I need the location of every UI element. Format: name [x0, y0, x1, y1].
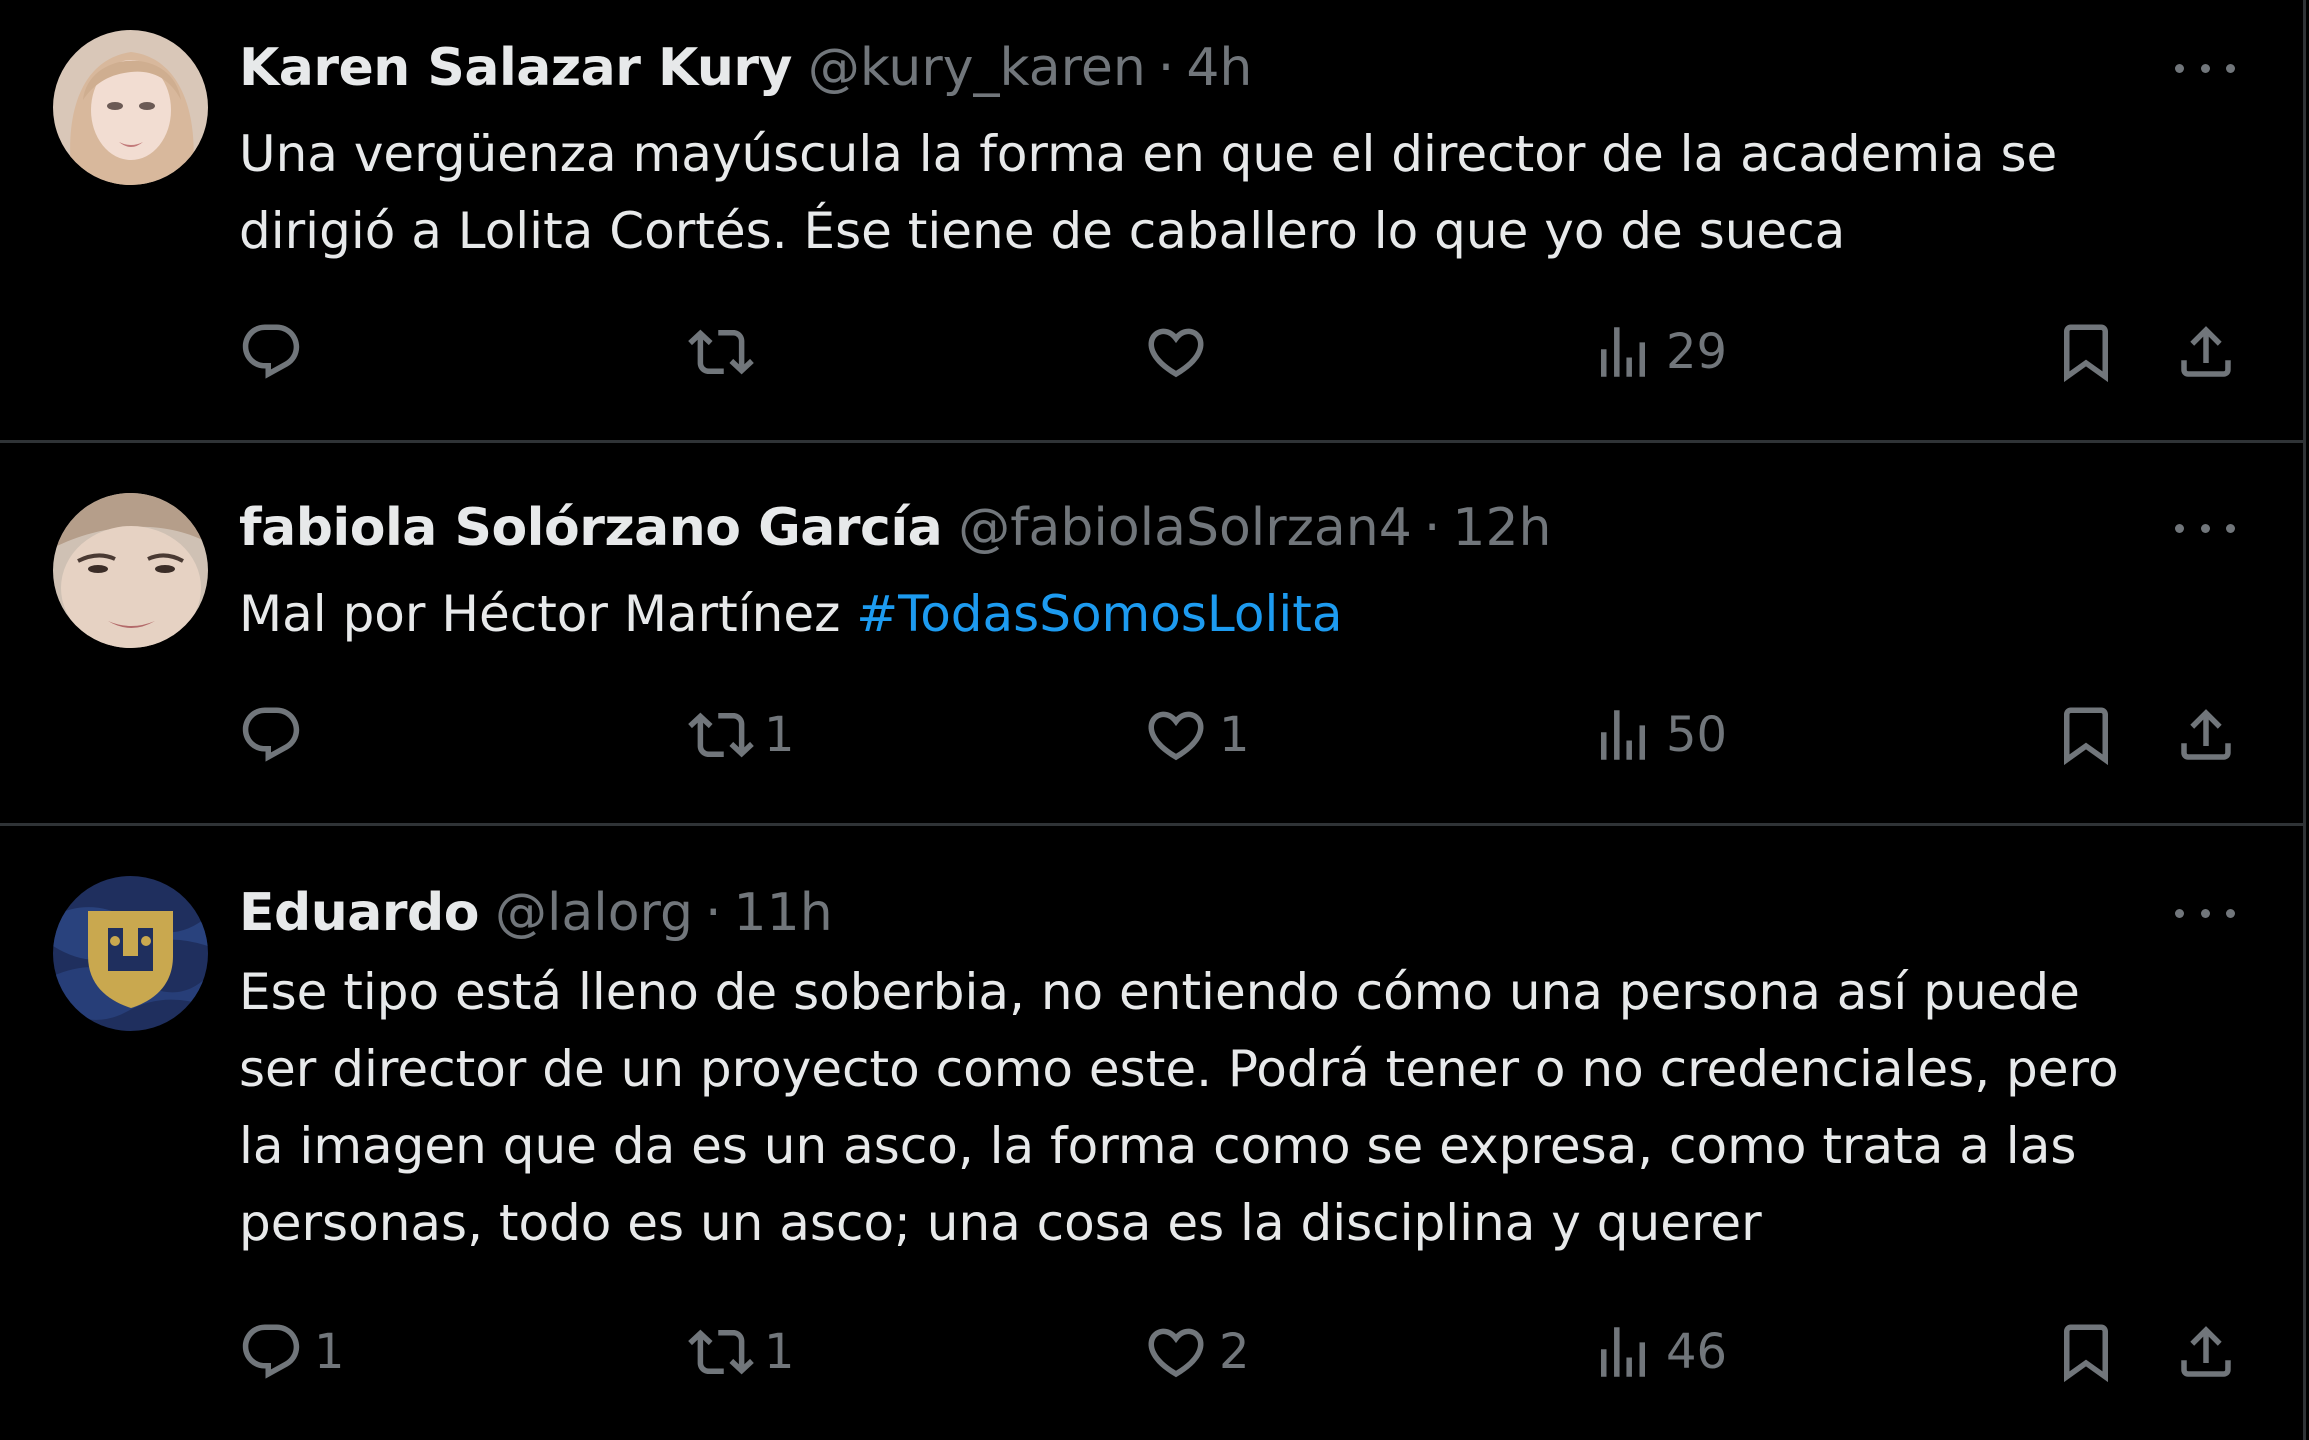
- separator: ·: [705, 883, 722, 943]
- view-count: 46: [1666, 1324, 1728, 1380]
- share-button[interactable]: [2173, 312, 2239, 392]
- avatar-image: [53, 876, 208, 1031]
- avatar[interactable]: [53, 876, 208, 1031]
- share-icon: [2181, 326, 2231, 377]
- retweet-button[interactable]: 1: [688, 1312, 795, 1392]
- tweet-text-body: Ese tipo está lleno de soberbia, no enti…: [239, 963, 2119, 1252]
- share-button[interactable]: [2173, 695, 2239, 775]
- reply-icon: [242, 1324, 300, 1379]
- like-count: 1: [1219, 707, 1250, 763]
- heart-icon: [1148, 328, 1204, 378]
- separator: ·: [1157, 38, 1175, 98]
- tweet[interactable]: Eduardo @lalorg · 11h Ese tipo está llen…: [0, 826, 2303, 1438]
- retweet-button[interactable]: [688, 312, 764, 392]
- tweet-text-body: Mal por Héctor Martínez: [239, 585, 857, 643]
- retweet-count: 1: [764, 1324, 795, 1380]
- bookmark-icon: [2064, 324, 2108, 383]
- like-button[interactable]: 2: [1143, 1312, 1250, 1392]
- heart-icon: [1148, 1328, 1204, 1378]
- tweet-text-body: Una vergüenza mayúscula la forma en que …: [239, 125, 2058, 260]
- tweet-header: Eduardo @lalorg · 11h: [239, 878, 833, 948]
- tweet-actions: 29: [238, 312, 2238, 392]
- bookmark-button[interactable]: [2053, 1312, 2119, 1392]
- tweet-text: Mal por Héctor Martínez #TodasSomosLolit…: [239, 576, 2239, 653]
- avatar[interactable]: [53, 493, 208, 648]
- tweet-feed: Karen Salazar Kury @kury_karen · 4h Una …: [0, 0, 2306, 1440]
- retweet-icon: [688, 712, 754, 758]
- tweet[interactable]: Karen Salazar Kury @kury_karen · 4h Una …: [0, 0, 2303, 443]
- bookmark-button[interactable]: [2053, 695, 2119, 775]
- views-button[interactable]: 29: [1590, 312, 1727, 392]
- timestamp[interactable]: 12h: [1452, 498, 1551, 558]
- reply-icon: [242, 707, 300, 762]
- more-icon[interactable]: [2175, 508, 2235, 548]
- reply-icon: [242, 324, 300, 379]
- tweet-header: fabiola Solórzano García @fabiolaSolrzan…: [239, 493, 1552, 563]
- author-name[interactable]: Eduardo: [239, 883, 479, 943]
- reply-count: 1: [314, 1324, 345, 1380]
- tweet-actions: 1 1 50: [238, 695, 2238, 775]
- views-button[interactable]: 46: [1590, 1312, 1727, 1392]
- share-button[interactable]: [2173, 1312, 2239, 1392]
- tweet-header: Karen Salazar Kury @kury_karen · 4h: [239, 33, 1252, 103]
- author-name[interactable]: fabiola Solórzano García: [239, 498, 943, 558]
- reply-button[interactable]: [238, 312, 314, 392]
- view-count: 29: [1666, 324, 1728, 380]
- retweet-icon: [688, 329, 754, 375]
- author-handle[interactable]: @kury_karen: [808, 38, 1146, 98]
- reply-button[interactable]: 1: [238, 1312, 345, 1392]
- views-icon: [1601, 327, 1645, 377]
- tweet[interactable]: fabiola Solórzano García @fabiolaSolrzan…: [0, 443, 2303, 826]
- avatar-image: [53, 493, 208, 648]
- bookmark-icon: [2064, 707, 2108, 766]
- tweet-text: Ese tipo está lleno de soberbia, no enti…: [239, 954, 2239, 1262]
- separator: ·: [1423, 498, 1441, 558]
- share-icon: [2181, 1326, 2231, 1377]
- bookmark-icon: [2064, 1324, 2108, 1383]
- retweet-count: 1: [764, 707, 795, 763]
- like-count: 2: [1219, 1324, 1250, 1380]
- author-handle[interactable]: @lalorg: [495, 883, 693, 943]
- more-icon[interactable]: [2175, 48, 2235, 88]
- like-button[interactable]: [1143, 312, 1219, 392]
- avatar-image: [53, 30, 208, 185]
- view-count: 50: [1666, 707, 1728, 763]
- more-icon[interactable]: [2175, 893, 2235, 933]
- views-icon: [1601, 1327, 1645, 1377]
- hashtag-link[interactable]: #TodasSomosLolita: [856, 585, 1342, 643]
- views-button[interactable]: 50: [1590, 695, 1727, 775]
- heart-icon: [1148, 711, 1204, 761]
- timestamp[interactable]: 4h: [1186, 38, 1252, 98]
- reply-button[interactable]: [238, 695, 314, 775]
- views-icon: [1601, 710, 1645, 760]
- bookmark-button[interactable]: [2053, 312, 2119, 392]
- author-handle[interactable]: @fabiolaSolrzan4: [958, 498, 1412, 558]
- timestamp[interactable]: 11h: [734, 883, 833, 943]
- author-name[interactable]: Karen Salazar Kury: [239, 38, 792, 98]
- avatar[interactable]: [53, 30, 208, 185]
- share-icon: [2181, 709, 2231, 760]
- tweet-text: Una vergüenza mayúscula la forma en que …: [239, 116, 2239, 270]
- tweet-actions: 1 1 2 46: [238, 1312, 2238, 1392]
- like-button[interactable]: 1: [1143, 695, 1250, 775]
- retweet-button[interactable]: 1: [688, 695, 795, 775]
- retweet-icon: [688, 1329, 754, 1375]
